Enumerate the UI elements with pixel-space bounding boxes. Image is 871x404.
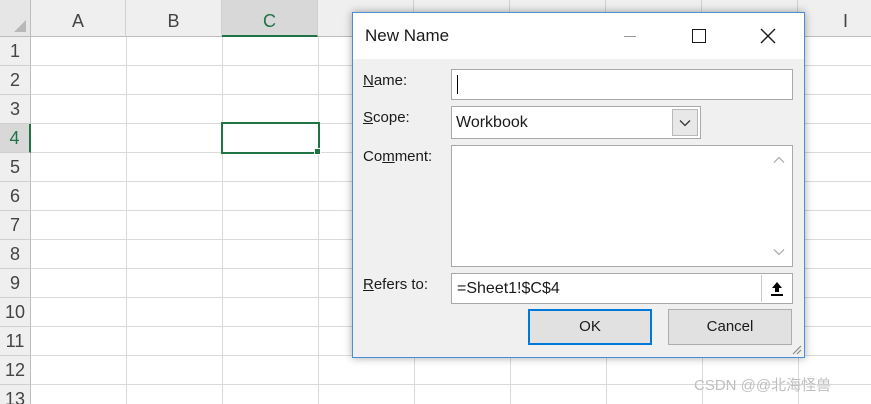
refers-to-value: =Sheet1!$C$4 xyxy=(457,280,560,297)
row-header-12[interactable]: 12 xyxy=(0,356,31,385)
row-header-6[interactable]: 6 xyxy=(0,182,31,211)
refers-label-accesskey: R xyxy=(363,276,374,293)
row-header-7[interactable]: 7 xyxy=(0,211,31,240)
close-icon xyxy=(760,28,776,44)
select-all-corner[interactable] xyxy=(0,0,31,37)
gridline xyxy=(126,37,127,404)
gridline xyxy=(222,37,223,404)
chevron-down-icon xyxy=(679,119,691,126)
new-name-dialog: New Name Name: Scope: Workbook Comment: xyxy=(352,12,805,358)
dialog-title: New Name xyxy=(365,26,450,45)
maximize-icon xyxy=(692,29,706,43)
collapse-dialog-icon xyxy=(770,281,783,296)
dialog-titlebar[interactable]: New Name xyxy=(353,13,804,59)
comment-textarea[interactable] xyxy=(451,145,793,267)
row-header-10[interactable]: 10 xyxy=(0,298,31,327)
row-header-13[interactable]: 13 xyxy=(0,385,31,404)
resize-grip-icon[interactable] xyxy=(790,343,802,355)
scope-label-text: cope: xyxy=(373,109,410,126)
active-cell-c4[interactable] xyxy=(221,122,320,154)
comment-label: Comment: xyxy=(363,148,432,165)
row-header-8[interactable]: 8 xyxy=(0,240,31,269)
scope-label-accesskey: S xyxy=(363,109,374,126)
refers-to-label: Refers to: xyxy=(363,276,428,293)
column-header-i[interactable]: I xyxy=(798,0,871,37)
row-header-2[interactable]: 2 xyxy=(0,66,31,95)
scroll-down-button[interactable] xyxy=(770,243,788,261)
row-header-1[interactable]: 1 xyxy=(0,37,31,66)
refers-to-input[interactable]: =Sheet1!$C$4 xyxy=(451,273,793,304)
row-header-5[interactable]: 5 xyxy=(0,153,31,182)
comment-label-accesskey: m xyxy=(382,148,395,165)
scroll-up-button[interactable] xyxy=(770,151,788,169)
column-header-a[interactable]: A xyxy=(31,0,126,37)
scroll-up-arrow-icon xyxy=(773,156,785,163)
comment-scrollbar[interactable] xyxy=(766,146,792,266)
gridline xyxy=(318,37,319,404)
column-header-b[interactable]: B xyxy=(126,0,222,37)
cancel-button[interactable]: Cancel xyxy=(668,309,792,345)
scroll-down-arrow-icon xyxy=(773,249,785,256)
maximize-button[interactable] xyxy=(665,13,733,59)
ok-button[interactable]: OK xyxy=(528,309,652,345)
scope-dropdown-button[interactable] xyxy=(672,109,698,136)
row-header-11[interactable]: 11 xyxy=(0,327,31,356)
fill-handle[interactable] xyxy=(314,148,321,155)
name-label: Name: xyxy=(363,72,407,89)
scope-selected-value: Workbook xyxy=(456,114,528,131)
scope-label: Scope: xyxy=(363,109,410,126)
row-header-3[interactable]: 3 xyxy=(0,95,31,124)
row-header-4[interactable]: 4 xyxy=(0,124,31,153)
collapse-dialog-button[interactable] xyxy=(761,275,791,302)
name-label-accesskey: N xyxy=(363,72,374,89)
scope-dropdown[interactable]: Workbook xyxy=(451,106,701,139)
column-header-c[interactable]: C xyxy=(222,0,318,37)
minimize-button[interactable] xyxy=(596,13,664,59)
text-caret xyxy=(457,75,458,94)
close-button[interactable] xyxy=(734,13,802,59)
watermark-text: CSDN @@北海怪兽 xyxy=(694,377,832,394)
minimize-icon xyxy=(624,35,636,37)
comment-label-text: ment: xyxy=(394,148,433,165)
name-input[interactable] xyxy=(451,69,793,100)
row-header-9[interactable]: 9 xyxy=(0,269,31,298)
comment-label-prefix: Co xyxy=(363,148,383,165)
refers-label-text: efers to: xyxy=(373,276,429,293)
name-label-text: ame: xyxy=(373,72,408,89)
